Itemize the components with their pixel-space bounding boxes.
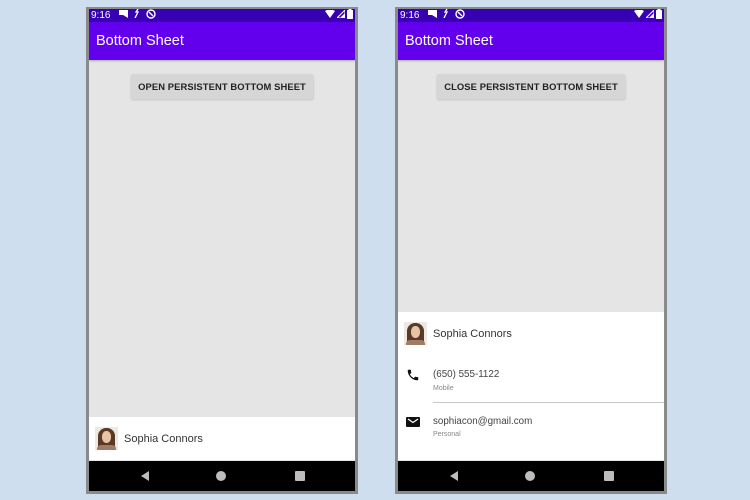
back-icon[interactable]	[450, 471, 458, 481]
avatar	[95, 427, 118, 450]
email-label: Personal	[433, 431, 461, 438]
back-icon[interactable]	[141, 471, 149, 481]
contact-header[interactable]: Sophia Connors	[398, 322, 664, 345]
nav-bar	[89, 461, 355, 491]
home-icon[interactable]	[216, 471, 226, 481]
status-time: 9:16	[91, 10, 111, 21]
app-bar: Bottom Sheet	[89, 22, 355, 60]
phone-frame-collapsed: 9:16 Bottom Sheet OPEN PERSISTENT BOTTOM…	[86, 7, 358, 494]
phone-frame-expanded: 9:16 Bottom Sheet CLOSE PERSISTENT BOTTO…	[395, 7, 667, 494]
screen: 9:16 Bottom Sheet OPEN PERSISTENT BOTTOM…	[89, 9, 355, 491]
data-saver-icon	[455, 9, 466, 23]
app-title: Bottom Sheet	[96, 33, 184, 49]
close-bottom-sheet-button[interactable]: CLOSE PERSISTENT BOTTOM SHEET	[437, 74, 625, 99]
divider	[433, 402, 664, 403]
contact-header[interactable]: Sophia Connors	[89, 427, 355, 450]
signal-icon	[335, 9, 346, 22]
signal-icon	[644, 9, 655, 22]
phone-icon	[406, 368, 420, 382]
contact-name: Sophia Connors	[124, 432, 203, 445]
battery-icon	[656, 9, 662, 23]
home-icon[interactable]	[525, 471, 535, 481]
phone-label: Mobile	[433, 385, 454, 392]
battery-icon	[347, 9, 353, 23]
email-row[interactable]: sophiacon@gmail.com Personal	[398, 412, 664, 452]
email-address: sophiacon@gmail.com	[433, 416, 533, 427]
app-title: Bottom Sheet	[405, 33, 493, 49]
bottom-sheet-expanded[interactable]: Sophia Connors (650) 555-1122 Mobile sop…	[398, 312, 664, 460]
usb-debug-icon	[134, 9, 140, 22]
wifi-icon	[325, 9, 335, 22]
open-bottom-sheet-button[interactable]: OPEN PERSISTENT BOTTOM SHEET	[131, 74, 313, 99]
phone-number: (650) 555-1122	[433, 369, 500, 380]
email-icon	[406, 415, 420, 429]
notification-icon	[119, 9, 129, 22]
data-saver-icon	[146, 9, 157, 23]
nav-bar	[398, 461, 664, 491]
avatar	[404, 322, 427, 345]
recents-icon[interactable]	[295, 471, 305, 481]
phone-row[interactable]: (650) 555-1122 Mobile	[398, 364, 664, 404]
screen: 9:16 Bottom Sheet CLOSE PERSISTENT BOTTO…	[398, 9, 664, 491]
status-bar: 9:16	[398, 9, 664, 22]
status-bar: 9:16	[89, 9, 355, 22]
app-bar: Bottom Sheet	[398, 22, 664, 60]
recents-icon[interactable]	[604, 471, 614, 481]
contact-name: Sophia Connors	[433, 327, 512, 340]
notification-icon	[428, 9, 438, 22]
wifi-icon	[634, 9, 644, 22]
bottom-sheet-collapsed[interactable]: Sophia Connors	[89, 417, 355, 460]
usb-debug-icon	[443, 9, 449, 22]
status-time: 9:16	[400, 10, 420, 21]
